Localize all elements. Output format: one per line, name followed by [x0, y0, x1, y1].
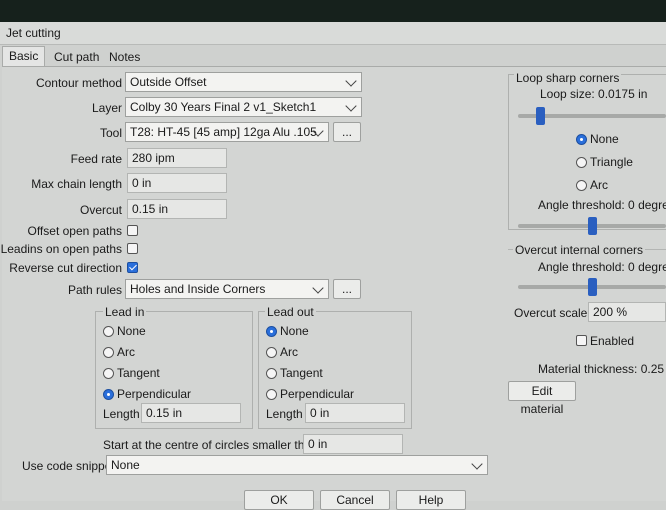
contour-method-value: Outside Offset [130, 75, 207, 89]
chevron-down-icon [345, 100, 357, 112]
loop-size-slider-handle[interactable] [536, 107, 546, 125]
offset-open-paths-checkbox[interactable] [127, 225, 138, 236]
lead-out-length-input[interactable]: 0 in [305, 403, 405, 423]
lead-out-radio-tangent[interactable] [266, 368, 277, 379]
path-rules-browse-button[interactable]: ... [333, 279, 361, 299]
layer-label: Layer [91, 101, 122, 115]
background-strip [0, 0, 666, 24]
lead-in-radio-perpendicular[interactable] [103, 389, 114, 400]
lead-out-option-label: Tangent [280, 366, 323, 380]
lead-out-option-label: Arc [280, 345, 298, 359]
edit-material-button[interactable]: Edit material [508, 381, 576, 416]
loop-sharp-title: Loop sharp corners [514, 71, 622, 85]
contour-method-select[interactable]: Outside Offset [125, 72, 362, 92]
lead-in-option-label: Tangent [117, 366, 160, 380]
lead-in-length-input[interactable]: 0.15 in [141, 403, 241, 423]
path-rules-label: Path rules [67, 283, 122, 297]
loop-shape-radio-triangle[interactable] [576, 157, 587, 168]
tool-browse-button[interactable]: ... [333, 122, 361, 142]
centre-circles-label: Start at the centre of circles smaller t… [103, 438, 318, 452]
overcut-angle-threshold-label: Angle threshold: 0 degrees [538, 260, 666, 274]
loop-shape-option-label: Arc [590, 178, 608, 192]
reverse-cut-label: Reverse cut direction [9, 261, 122, 275]
path-rules-value: Holes and Inside Corners [130, 282, 266, 296]
chevron-down-icon [312, 282, 324, 294]
lead-in-radio-arc[interactable] [103, 347, 114, 358]
overcut-scale-label: Overcut scale [514, 306, 588, 320]
leadins-open-paths-label: Leadins on open paths [0, 242, 122, 256]
layer-value: Colby 30 Years Final 2 v1_Sketch1 [130, 100, 317, 114]
lead-out-radio-perpendicular[interactable] [266, 389, 277, 400]
lead-out-radio-arc[interactable] [266, 347, 277, 358]
cancel-button[interactable]: Cancel [320, 490, 390, 510]
lead-in-length-label: Length [103, 407, 140, 421]
tool-value: T28: HT-45 [45 amp] 12ga Alu .105 [130, 125, 317, 139]
loop-shape-radio-none[interactable] [576, 134, 587, 145]
lead-in-option-label: Arc [117, 345, 135, 359]
loop-shape-radio-arc[interactable] [576, 180, 587, 191]
tool-label: Tool [99, 126, 122, 140]
loop-size-label: Loop size: 0.0175 in [540, 87, 648, 101]
code-snippet-label: Use code snippet [22, 459, 115, 473]
overcut-angle-slider-handle[interactable] [588, 278, 597, 296]
window-titlebar: Jet cutting [0, 22, 666, 45]
overcut-enabled-checkbox[interactable] [576, 335, 587, 346]
lead-out-radio-none[interactable] [266, 326, 277, 337]
chevron-down-icon [471, 458, 483, 470]
lead-in-title: Lead in [103, 305, 147, 319]
feed-rate-input[interactable]: 280 ipm [127, 148, 227, 168]
max-chain-length-input[interactable]: 0 in [127, 173, 227, 193]
reverse-cut-checkbox[interactable] [127, 262, 138, 273]
overcut-scale-input[interactable]: 200 % [588, 302, 666, 322]
lead-out-option-label: None [280, 324, 309, 338]
lead-out-title: Lead out [265, 305, 316, 319]
leadins-open-paths-checkbox[interactable] [127, 243, 138, 254]
material-thickness-label: Material thickness: 0.25 in [538, 362, 666, 376]
path-rules-select[interactable]: Holes and Inside Corners [125, 279, 329, 299]
contour-method-label: Contour method [35, 76, 122, 90]
ok-button[interactable]: OK [244, 490, 314, 510]
overcut-label: Overcut [79, 203, 122, 217]
lead-in-option-label: Perpendicular [117, 387, 192, 401]
feed-rate-label: Feed rate [70, 152, 122, 166]
offset-open-paths-label: Offset open paths [27, 224, 122, 238]
lead-in-radio-none[interactable] [103, 326, 114, 337]
loop-angle-threshold-label: Angle threshold: 0 degrees [538, 198, 666, 212]
lead-in-option-label: None [117, 324, 146, 338]
centre-circles-input[interactable]: 0 in [303, 434, 403, 454]
help-button[interactable]: Help [396, 490, 466, 510]
overcut-enabled-label: Enabled [590, 334, 635, 348]
tool-select[interactable]: T28: HT-45 [45 amp] 12ga Alu .105 [125, 122, 329, 142]
overcut-internal-title: Overcut internal corners [513, 243, 646, 257]
lead-out-length-label: Length [266, 407, 303, 421]
overcut-input[interactable]: 0.15 in [127, 199, 227, 219]
lead-out-option-label: Perpendicular [280, 387, 355, 401]
chevron-down-icon [345, 75, 357, 87]
layer-select[interactable]: Colby 30 Years Final 2 v1_Sketch1 [125, 97, 362, 117]
tab-basic[interactable]: Basic [2, 46, 46, 67]
loop-angle-slider-handle[interactable] [588, 217, 597, 235]
loop-shape-option-label: None [590, 132, 619, 146]
code-snippet-select[interactable]: None [106, 455, 488, 475]
code-snippet-value: None [111, 458, 140, 472]
loop-shape-option-label: Triangle [590, 155, 633, 169]
lead-in-radio-tangent[interactable] [103, 368, 114, 379]
window-title: Jet cutting [6, 26, 61, 40]
tab-cut-path[interactable]: Cut path [48, 48, 105, 66]
tab-notes[interactable]: Notes [103, 48, 146, 66]
max-chain-length-label: Max chain length [31, 177, 122, 191]
